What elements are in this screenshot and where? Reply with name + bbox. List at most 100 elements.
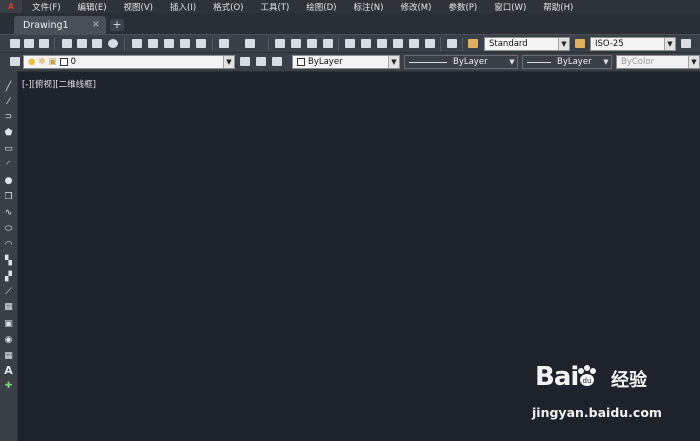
make-block-icon[interactable]: ▞ xyxy=(3,271,14,282)
ellipse-arc-icon[interactable]: ◠ xyxy=(3,239,14,250)
add-selected-icon[interactable]: ✚ xyxy=(3,380,14,391)
menu-file[interactable]: 文件(F) xyxy=(22,1,68,13)
chevron-down-icon: ▼ xyxy=(688,56,699,68)
layer-dropdown[interactable]: ● ✲ ▣ 0 ▼ xyxy=(23,55,235,69)
save-icon[interactable] xyxy=(38,38,50,49)
linetype-dropdown[interactable]: ByLayer ▼ xyxy=(404,55,518,69)
chevron-down-icon: ▼ xyxy=(601,56,611,68)
zoom-window-icon[interactable] xyxy=(306,38,318,49)
text-style-icon[interactable] xyxy=(467,38,479,49)
gradient-icon[interactable]: ▣ xyxy=(3,318,14,329)
properties-icon[interactable] xyxy=(344,38,356,49)
circle-icon[interactable]: ● xyxy=(3,175,14,186)
lineweight-value: ByLayer xyxy=(557,57,592,67)
table-style-icon[interactable] xyxy=(680,38,692,49)
menu-tools[interactable]: 工具(T) xyxy=(250,1,296,13)
toolbar-divider xyxy=(124,37,125,51)
tool-palettes-icon[interactable] xyxy=(376,38,388,49)
color-dropdown[interactable]: ByLayer ▼ xyxy=(292,55,400,69)
pan-icon[interactable] xyxy=(274,38,286,49)
menu-format[interactable]: 格式(O) xyxy=(203,1,250,13)
sheet-set-icon[interactable] xyxy=(392,38,404,49)
menu-help[interactable]: 帮助(H) xyxy=(533,1,580,13)
redo-icon[interactable] xyxy=(244,38,256,49)
block-editor-icon[interactable] xyxy=(195,38,207,49)
table-icon[interactable]: ▦ xyxy=(3,350,14,361)
toolbar-divider xyxy=(212,37,213,51)
menu-dimension[interactable]: 标注(N) xyxy=(343,1,390,13)
polyline-icon[interactable]: ⊃ xyxy=(3,111,14,122)
publish-icon[interactable] xyxy=(91,38,103,49)
print-icon[interactable] xyxy=(61,38,73,49)
open-file-icon[interactable] xyxy=(23,38,35,49)
lineweight-dropdown[interactable]: ByLayer ▼ xyxy=(522,55,612,69)
chevron-down-icon: ▼ xyxy=(558,38,569,50)
lightbulb-icon: ● xyxy=(28,57,36,67)
toolbar-divider xyxy=(440,37,441,51)
layer-properties-icon[interactable] xyxy=(9,56,21,67)
text-style-dropdown[interactable]: Standard ▼ xyxy=(484,37,570,51)
ellipse-icon[interactable]: ⬭ xyxy=(3,223,14,234)
undo-icon[interactable] xyxy=(218,38,230,49)
layer-states-icon[interactable] xyxy=(271,56,283,67)
design-center-icon[interactable] xyxy=(360,38,372,49)
menu-draw[interactable]: 绘图(D) xyxy=(296,1,343,13)
toolbar-divider xyxy=(268,37,269,51)
rectangle-icon[interactable]: ▭ xyxy=(3,143,14,154)
insert-block-icon[interactable]: ▚ xyxy=(3,255,14,266)
menu-edit[interactable]: 编辑(E) xyxy=(68,1,114,13)
layer-name: 0 xyxy=(70,57,76,67)
viewport-controls-label[interactable]: [-][俯视][二维线框] xyxy=(22,78,96,90)
lock-icon: ▣ xyxy=(48,57,57,67)
zoom-previous-icon[interactable] xyxy=(322,38,334,49)
revision-cloud-icon[interactable]: ❒ xyxy=(3,191,14,202)
menu-insert[interactable]: 插入(I) xyxy=(160,1,203,13)
text-style-value: Standard xyxy=(489,39,528,49)
spline-icon[interactable]: ∿ xyxy=(3,207,14,218)
new-file-icon[interactable] xyxy=(9,38,21,49)
construction-line-icon[interactable]: ⁄ xyxy=(3,96,14,107)
color-value: ByLayer xyxy=(308,57,343,67)
markup-icon[interactable] xyxy=(408,38,420,49)
watermark-url: jingyan.baidu.com xyxy=(532,405,662,420)
menu-parametric[interactable]: 参数(P) xyxy=(438,1,484,13)
draw-toolbar: ╱ ⁄ ⊃ ⬟ ▭ ◜ ● ❒ ∿ ⬭ ◠ ▚ ▞ ⟋ ▦ ▣ ◉ ▦ A ✚ xyxy=(0,71,18,441)
chevron-down-icon: ▼ xyxy=(223,56,234,68)
tab-drawing1[interactable]: Drawing1 × xyxy=(14,16,106,34)
watermark-logo-cn: 经验 xyxy=(611,370,647,391)
calculator-icon[interactable] xyxy=(424,38,436,49)
region-icon[interactable]: ◉ xyxy=(3,334,14,345)
color-swatch xyxy=(297,58,305,66)
3d-dwf-icon[interactable] xyxy=(107,38,119,49)
match-properties-icon[interactable] xyxy=(179,38,191,49)
svg-text:du: du xyxy=(583,377,592,385)
dimension-style-dropdown[interactable]: ISO-25 ▼ xyxy=(590,37,676,51)
app-logo: A xyxy=(7,2,15,11)
app-menu-button[interactable]: A xyxy=(0,0,22,13)
plot-style-value: ByColor xyxy=(621,57,655,67)
help-icon[interactable] xyxy=(446,38,458,49)
linetype-value: ByLayer xyxy=(453,57,488,67)
paste-icon[interactable] xyxy=(163,38,175,49)
print-preview-icon[interactable] xyxy=(76,38,88,49)
line-icon[interactable]: ╱ xyxy=(3,81,14,92)
cut-icon[interactable] xyxy=(131,38,143,49)
dimension-style-value: ISO-25 xyxy=(595,39,624,49)
standard-toolbar: Standard ▼ ISO-25 ▼ xyxy=(0,34,700,53)
arc-icon[interactable]: ◜ xyxy=(3,159,14,170)
zoom-realtime-icon[interactable] xyxy=(290,38,302,49)
dimension-style-icon[interactable] xyxy=(574,38,586,49)
point-icon[interactable]: ⟋ xyxy=(3,286,14,297)
multiline-text-icon[interactable]: A xyxy=(3,364,14,377)
menu-modify[interactable]: 修改(M) xyxy=(390,1,438,13)
polygon-icon[interactable]: ⬟ xyxy=(3,127,14,138)
toolbar-divider xyxy=(54,37,55,51)
layer-previous-icon[interactable] xyxy=(255,56,267,67)
hatch-icon[interactable]: ▦ xyxy=(3,301,14,312)
new-tab-button[interactable]: + xyxy=(110,19,124,31)
make-current-layer-icon[interactable] xyxy=(239,56,251,67)
menu-window[interactable]: 窗口(W) xyxy=(484,1,533,13)
menu-view[interactable]: 视图(V) xyxy=(114,1,160,13)
close-icon[interactable]: × xyxy=(92,19,100,30)
copy-icon[interactable] xyxy=(147,38,159,49)
